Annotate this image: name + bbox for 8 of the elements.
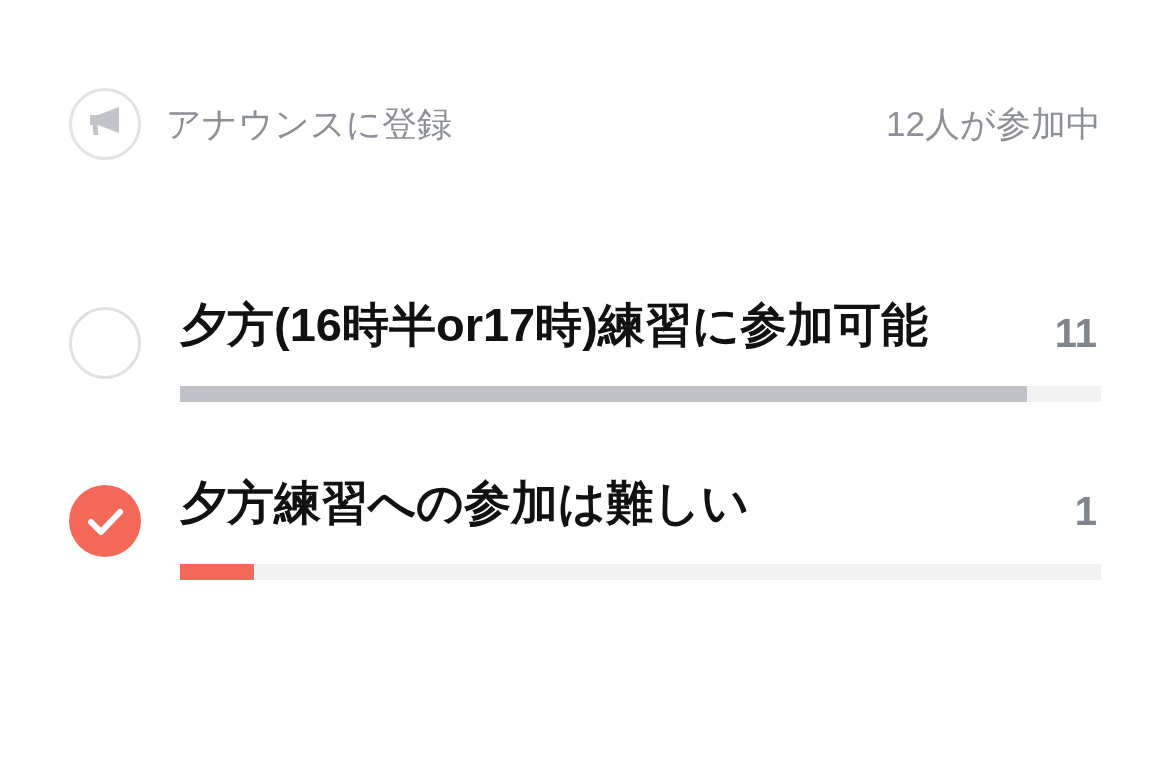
check-circle-icon[interactable] — [69, 485, 141, 557]
vote-count: 11 — [1054, 310, 1098, 357]
option-label: 夕方(16時半or17時)練習に参加可能 — [180, 301, 928, 349]
participant-count: 12人が参加中 — [886, 103, 1101, 145]
announcement-signup-button[interactable]: アナウンスに登録 — [69, 88, 452, 160]
option-label: 夕方練習への参加は難しい — [180, 479, 749, 527]
vote-count: 1 — [1074, 488, 1098, 535]
megaphone-icon — [69, 88, 141, 160]
